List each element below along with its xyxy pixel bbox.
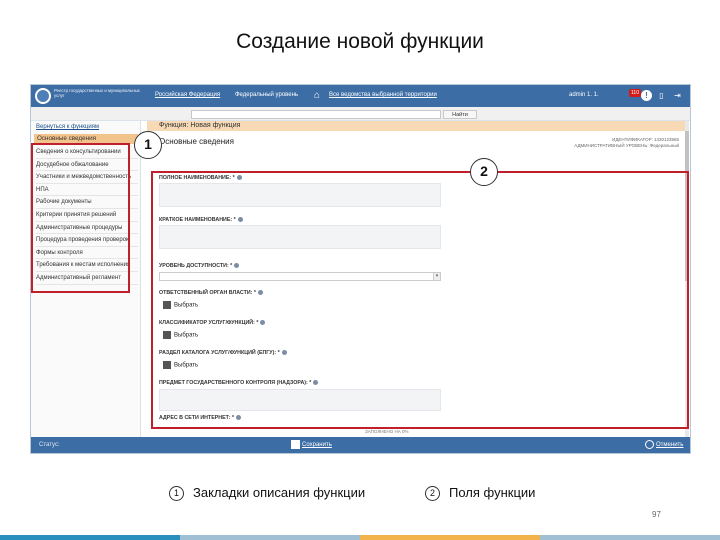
find-button[interactable]: Найти [443,110,477,119]
document-icon[interactable]: ▯ [656,90,667,101]
function-meta: ИДЕНТИФИКАТОР: 1430123565 АДМИНИСТРАТИВН… [561,137,679,149]
search-row: Найти [31,107,690,121]
back-to-functions-link[interactable]: Вернуться к функциям [36,124,99,130]
callout-1: 1 [134,131,162,159]
top-bar: Реестр государственных и муниципальных у… [31,85,690,107]
footer-bar-lightblue [180,535,360,540]
function-name: Новая функция [190,122,241,129]
nav-country-link[interactable]: Российская Федерация [155,92,220,98]
save-icon [291,440,300,449]
user-name[interactable]: admin 1. 1. [569,92,599,98]
callout-2: 2 [470,158,498,186]
status-label: Статус: [39,442,60,448]
page-number: 97 [652,510,661,519]
fields-highlight [151,171,689,429]
legend-item-1: 1 Закладки описания функции [169,485,365,502]
nav-agencies-link[interactable]: Все ведомства выбранной территории [329,92,437,98]
legend-number-1: 1 [169,486,184,502]
cancel-button[interactable]: Отменить [645,440,683,449]
slide-title: Создание новой функции [236,30,484,53]
admin-level-text: АДМИНИСТРАТИВНЫЙ УРОВЕНЬ: Федеральный [574,143,679,148]
home-icon[interactable]: ⌂ [314,90,325,101]
footer-bar-blue [0,535,180,540]
legend-number-2: 2 [425,486,440,502]
legend-item-2: 2 Поля функции [425,485,535,502]
emblem-icon [35,88,51,104]
cancel-icon [645,440,654,449]
footer-bar-lightblue-2 [540,535,720,540]
logout-icon[interactable]: ⇥ [672,90,683,101]
org-name: Реестр государственных и муниципальных у… [54,88,140,98]
section-title: Основные сведения [159,137,234,146]
notification-badge[interactable]: 110 [629,89,641,97]
footer-bar-orange [360,535,540,540]
save-button[interactable]: Сохранить [291,440,332,449]
tabs-highlight [31,143,130,293]
search-input[interactable] [191,110,441,119]
completion-note: ЗАПОЛНЕНО НА 0% [365,429,409,434]
nav-level-link[interactable]: Федеральный уровень [235,92,298,98]
form-header-prefix: Функция: [159,122,191,129]
bottom-bar: Статус: Сохранить Отменить [31,437,690,453]
form-header: Функция: Новая функция [147,121,687,131]
info-icon[interactable]: ! [641,90,652,101]
